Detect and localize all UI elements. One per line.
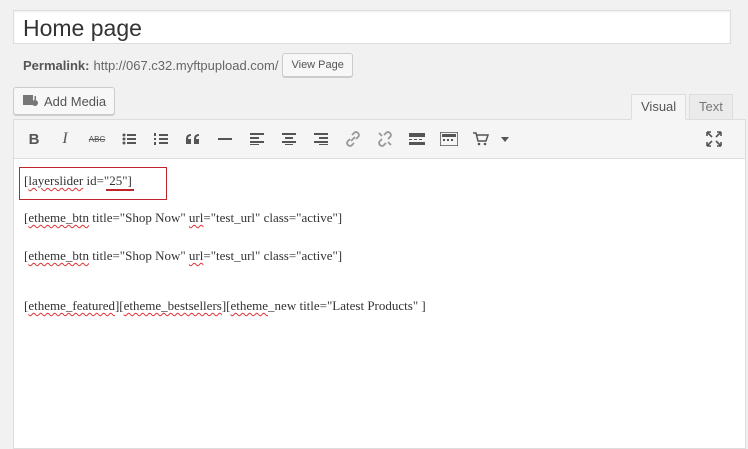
permalink-label: Permalink: xyxy=(23,57,90,73)
post-title-input[interactable]: Home page xyxy=(13,10,731,44)
remove-link-icon[interactable] xyxy=(374,128,396,150)
permalink-url[interactable]: http://067.c32.myftpupload.com/ xyxy=(93,58,278,73)
dropdown-icon[interactable] xyxy=(494,128,516,150)
editor-area: B I ABC [layerslider id="25"] [etheme_bt… xyxy=(13,119,746,449)
content-line-button-2: [etheme_btn title="Shop Now" url="test_u… xyxy=(24,248,343,263)
bold-icon[interactable]: B xyxy=(23,128,45,150)
tab-text[interactable]: Text xyxy=(689,94,733,120)
content-line-button-1: [etheme_btn title="Shop Now" url="test_u… xyxy=(24,210,343,225)
content-line-layerslider: [layerslider id="25"] xyxy=(24,173,132,188)
editor-toolbar: B I ABC xyxy=(14,120,745,159)
view-page-button[interactable]: View Page xyxy=(282,53,353,77)
align-right-icon[interactable] xyxy=(310,128,332,150)
toolbar-toggle-icon[interactable] xyxy=(438,128,460,150)
add-media-icon xyxy=(22,93,40,109)
fullscreen-icon[interactable] xyxy=(703,128,725,150)
add-media-button[interactable]: Add Media xyxy=(13,87,116,115)
highlight-underline xyxy=(106,189,134,191)
bullet-list-icon[interactable] xyxy=(118,128,140,150)
permalink-row: Permalink: http://067.c32.myftpupload.co… xyxy=(23,52,353,78)
align-left-icon[interactable] xyxy=(246,128,268,150)
tab-visual[interactable]: Visual xyxy=(631,94,687,120)
cart-icon[interactable] xyxy=(470,128,492,150)
blockquote-icon[interactable] xyxy=(182,128,204,150)
italic-icon[interactable]: I xyxy=(54,128,76,150)
strikethrough-icon[interactable]: ABC xyxy=(86,128,108,150)
insert-link-icon[interactable] xyxy=(342,128,364,150)
add-media-label: Add Media xyxy=(44,93,107,109)
numbered-list-icon[interactable] xyxy=(150,128,172,150)
read-more-icon[interactable] xyxy=(406,128,428,150)
horizontal-rule-icon[interactable] xyxy=(214,128,236,150)
align-center-icon[interactable] xyxy=(278,128,300,150)
content-line-products: [etheme_featured][etheme_bestsellers][et… xyxy=(24,298,426,313)
